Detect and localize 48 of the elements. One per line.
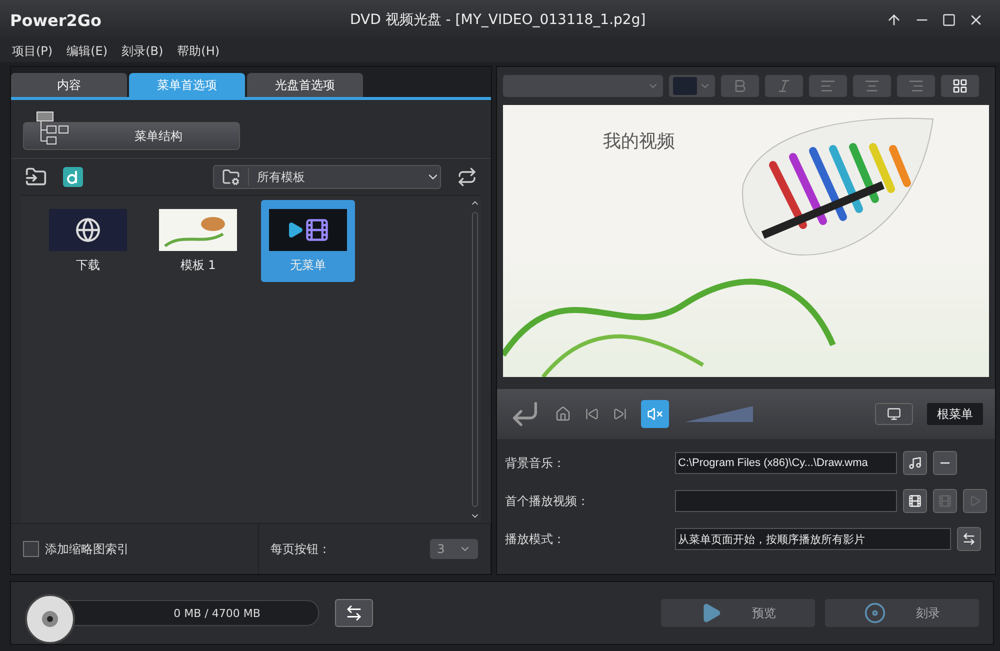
setting-label: 播放模式： — [505, 530, 566, 548]
setting-field[interactable]: C:\Program Files (x86)\Cy...\Draw.wma — [675, 452, 897, 474]
template-label: 模板 1 — [180, 256, 216, 274]
buttons-per-page-label: 每页按钮： — [270, 540, 331, 558]
tab[interactable]: 光盘首选项 — [247, 73, 363, 97]
template-label: 无菜单 — [290, 256, 326, 274]
menu-item[interactable]: 帮助(H) — [177, 42, 220, 60]
playback-mode-icon[interactable] — [957, 527, 981, 551]
mute-icon[interactable] — [641, 400, 669, 428]
template-item[interactable]: 模板 1 — [151, 200, 245, 282]
template-item[interactable]: 下载 — [41, 200, 135, 282]
home-icon[interactable] — [555, 406, 571, 422]
color-dropdown[interactable] — [669, 75, 715, 97]
menu-item[interactable]: 编辑(E) — [66, 42, 108, 60]
folder-gear-icon — [222, 168, 240, 186]
disc-usage-text: 0 MB / 4700 MB — [174, 606, 260, 620]
template-filter-dropdown[interactable]: 所有模板 — [213, 165, 441, 189]
swap-icon[interactable] — [335, 599, 373, 627]
layout-icon[interactable] — [941, 75, 979, 97]
root-menu-button[interactable]: 根菜单 — [927, 403, 983, 425]
setting-label: 首个播放视频： — [505, 492, 590, 510]
checkbox-label: 添加缩略图索引 — [45, 540, 129, 558]
folder-import-icon[interactable] — [25, 166, 47, 188]
align-right-icon[interactable] — [897, 75, 935, 97]
setting-field[interactable]: 从菜单页面开始，按顺序播放所有影片 — [675, 528, 951, 550]
scrollbar-track[interactable] — [472, 212, 478, 507]
menu-item[interactable]: 刻录(B) — [122, 42, 164, 60]
menu-structure-button[interactable]: 菜单结构 — [23, 122, 240, 150]
window-title: DVD 视频光盘 - [MY_VIDEO_013118_1.p2g] — [350, 11, 647, 29]
align-left-icon[interactable] — [809, 75, 847, 97]
add-video-icon[interactable] — [903, 489, 927, 513]
next-icon[interactable] — [613, 407, 627, 421]
align-center-icon[interactable] — [853, 75, 891, 97]
tree-structure-icon — [35, 110, 71, 146]
add-music-icon[interactable] — [903, 451, 927, 475]
template-label: 下载 — [76, 256, 100, 274]
italic-icon[interactable] — [765, 75, 803, 97]
menu-item[interactable]: 项目(P) — [12, 42, 53, 60]
setting-field[interactable] — [675, 490, 897, 512]
checkbox[interactable] — [23, 541, 39, 557]
setting-label: 背景音乐： — [505, 454, 566, 472]
disc-icon — [864, 602, 886, 624]
previous-icon[interactable] — [585, 407, 599, 421]
d-logo-icon[interactable] — [63, 167, 83, 187]
tab[interactable]: 内容 — [11, 73, 127, 97]
bold-icon[interactable] — [721, 75, 759, 97]
app-name: Power2Go — [10, 10, 102, 30]
menu-title-text: 我的视频 — [603, 130, 675, 153]
